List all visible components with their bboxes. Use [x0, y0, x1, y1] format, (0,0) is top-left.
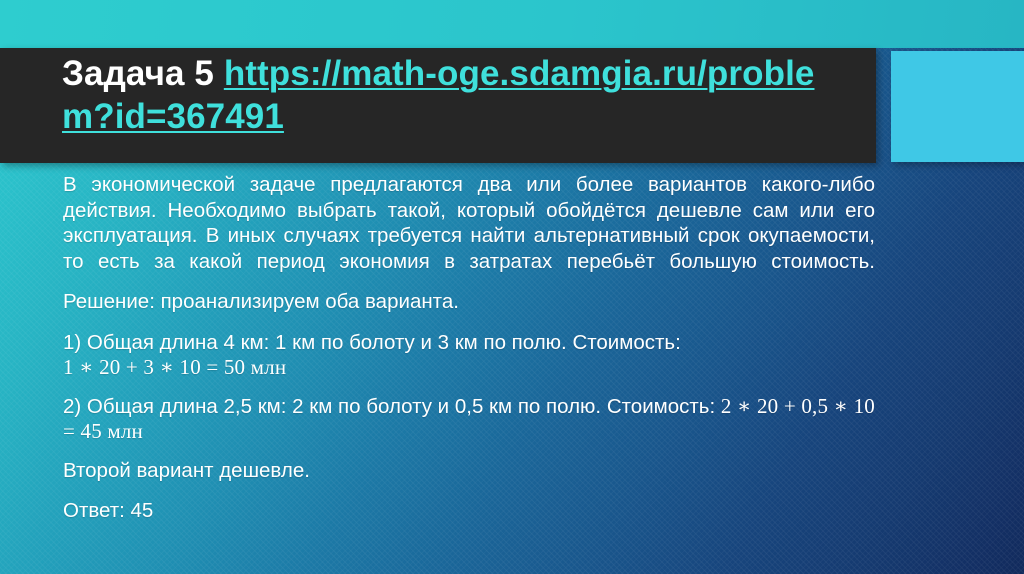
option-1-text: 1) Общая длина 4 км: 1 км по болоту и 3 … — [63, 330, 681, 354]
solution-heading: Решение: проанализируем оба варианта. — [63, 290, 459, 313]
option-2-text: 2) Общая длина 2,5 км: 2 км по болоту и … — [63, 394, 721, 418]
title-lead-text: Задача 5 — [62, 54, 224, 93]
option-1-formula: 1 ∗ 20 + 3 ∗ 10 = 50 млн — [63, 355, 287, 379]
slide-body: В экономической задаче предлагаются два … — [63, 172, 875, 535]
option-2-block: 2) Общая длина 2,5 км: 2 км по болоту и … — [63, 394, 875, 445]
page-title: Задача 5 https://math-oge.sdamgia.ru/pro… — [62, 52, 846, 138]
conclusion-text: Второй вариант дешевле. — [63, 458, 310, 482]
title-band: Задача 5 https://math-oge.sdamgia.ru/pro… — [0, 48, 876, 163]
option-1-block: 1) Общая длина 4 км: 1 км по болоту и 3 … — [63, 330, 875, 381]
intro-paragraph: В экономической задаче предлагаются два … — [63, 173, 875, 273]
decorative-accent-block — [891, 51, 1024, 162]
slide: Задача 5 https://math-oge.sdamgia.ru/pro… — [0, 0, 1024, 574]
answer-text: Ответ: 45 — [63, 499, 154, 522]
top-accent-strip — [0, 0, 1024, 48]
